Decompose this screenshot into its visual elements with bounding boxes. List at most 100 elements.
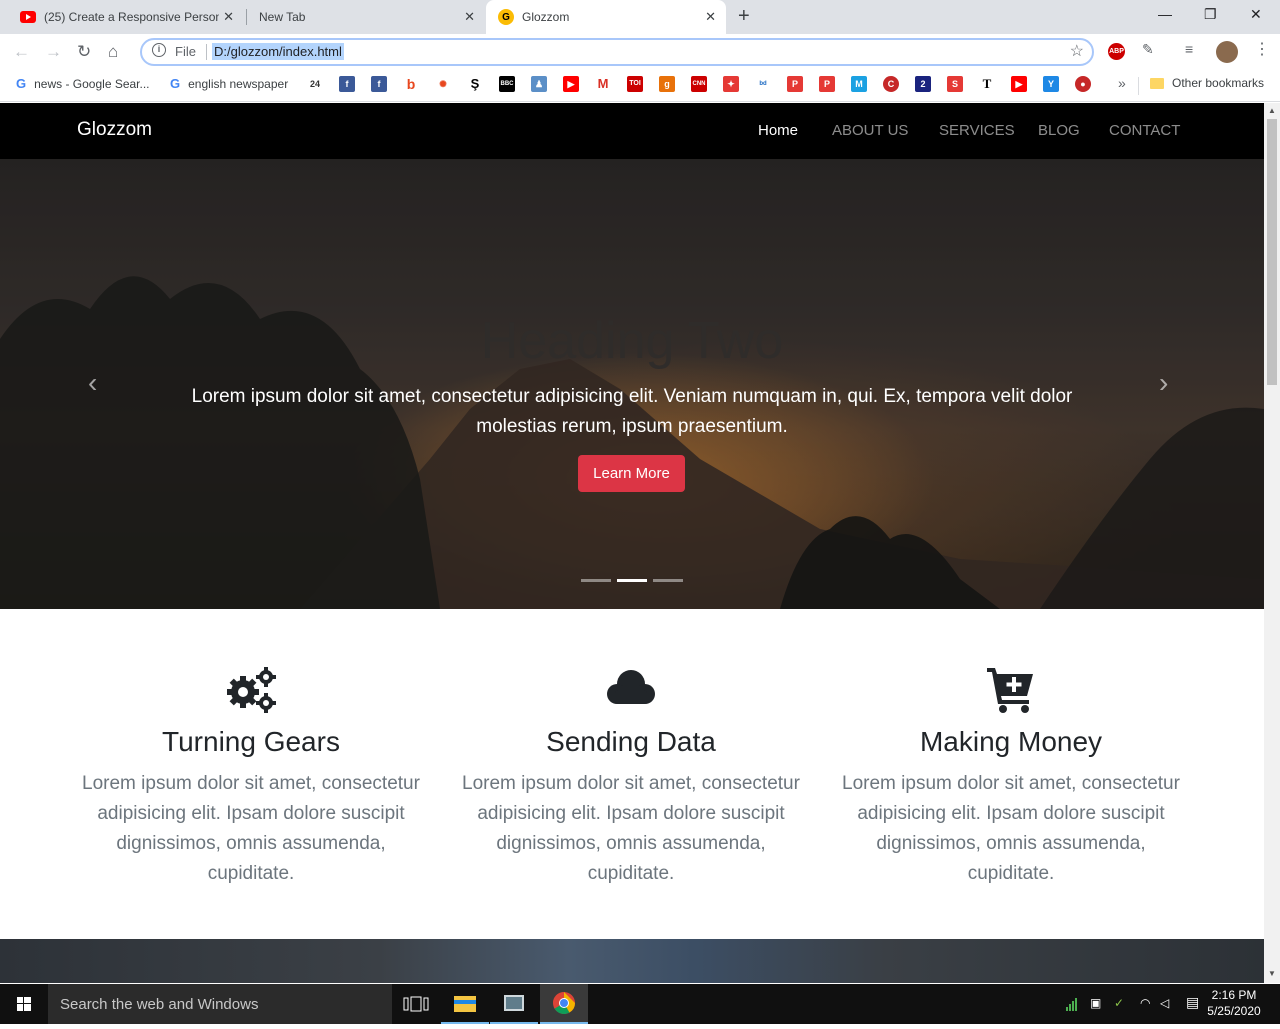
bookmark-b-icon[interactable]: b <box>403 76 419 92</box>
taskbar-clock[interactable]: 2:16 PM 5/25/2020 <box>1205 987 1263 1019</box>
nav-home[interactable]: Home <box>758 122 798 139</box>
hero-carousel: Heading Two Lorem ipsum dolor sit amet, … <box>0 159 1264 609</box>
task-view-icon <box>403 996 429 1012</box>
bookmarks-bar: G news - Google Sear... G english newspa… <box>0 70 1280 102</box>
new-tab-button[interactable]: + <box>738 5 750 28</box>
scroll-up-icon[interactable]: ▲ <box>1268 106 1276 115</box>
task-view-button[interactable] <box>392 984 440 1024</box>
close-tab-icon[interactable]: ✕ <box>705 9 716 25</box>
device-icon[interactable]: ▣ <box>1090 996 1101 1010</box>
taskbar-file-explorer[interactable] <box>441 984 489 1024</box>
bookmarks-overflow-icon[interactable]: » <box>1118 75 1126 91</box>
forward-icon[interactable]: → <box>45 42 62 62</box>
bookmark-c-icon[interactable]: C <box>883 76 899 92</box>
address-bar[interactable]: i File D:/glozzom/index.html ☆ <box>140 38 1094 66</box>
features-section: Turning Gears Lorem ipsum dolor sit amet… <box>0 609 1264 939</box>
hero-heading: Heading Two <box>480 312 784 370</box>
carousel-next-icon[interactable]: › <box>1159 367 1168 399</box>
bbc-icon[interactable]: BBC <box>499 76 515 92</box>
nav-blog[interactable]: BLOG <box>1038 122 1080 139</box>
bookmark-g-icon[interactable]: g <box>659 76 675 92</box>
chrome-menu-icon[interactable]: ⋮ <box>1254 39 1270 59</box>
carousel-indicator-1[interactable] <box>581 579 611 582</box>
restore-icon[interactable]: ❐ <box>1204 6 1217 23</box>
bookmark-pp-icon[interactable]: P <box>787 76 803 92</box>
bookmark-sun-icon[interactable]: ✺ <box>435 76 451 92</box>
close-tab-icon[interactable]: ✕ <box>464 9 475 25</box>
nav-about[interactable]: ABOUT US <box>832 122 908 139</box>
bookmark-star-red-icon[interactable]: ✦ <box>723 76 739 92</box>
info-icon[interactable]: i <box>152 43 166 57</box>
bookmark-24-icon[interactable]: 24 <box>307 76 323 92</box>
bookmark-y-icon[interactable]: Y <box>1043 76 1059 92</box>
signal-icon[interactable] <box>1066 997 1080 1011</box>
start-button[interactable] <box>0 984 48 1024</box>
gmail-icon[interactable]: M <box>595 76 611 92</box>
bookmark-star-icon[interactable]: ☆ <box>1070 41 1084 61</box>
tab-title: New Tab <box>259 10 306 24</box>
wifi-icon[interactable]: ◠ <box>1140 996 1150 1010</box>
scroll-down-icon[interactable]: ▼ <box>1268 969 1276 978</box>
bookmark-record-icon[interactable]: ● <box>1075 76 1091 92</box>
volume-icon[interactable]: ◁ <box>1160 996 1169 1010</box>
carousel-indicators <box>581 579 683 582</box>
feature-title: Making Money <box>919 726 1103 757</box>
page-viewport: Glozzom Home ABOUT US SERVICES BLOG CONT… <box>0 103 1264 983</box>
facebook-icon[interactable]: f <box>339 76 355 92</box>
bookmark-bdnews-icon[interactable]: bd <box>755 76 771 92</box>
taskbar-chrome[interactable] <box>540 984 588 1024</box>
chrome-icon <box>553 992 575 1014</box>
taskbar-photos[interactable] <box>490 984 538 1024</box>
windows-taskbar: Search the web and Windows ▣ ✓ ◠ ◁ ▤ 2:1… <box>0 984 1280 1024</box>
url-text[interactable]: D:/glozzom/index.html <box>212 43 344 60</box>
windows-icon <box>17 997 31 1011</box>
site-brand[interactable]: Glozzom <box>77 119 152 141</box>
bookmark-s-icon[interactable]: Ş <box>467 76 483 92</box>
carousel-prev-icon[interactable]: ‹ <box>88 367 97 399</box>
close-window-icon[interactable]: ✕ <box>1250 6 1262 23</box>
carousel-indicator-2[interactable] <box>617 579 647 582</box>
bookmark-2-icon[interactable]: 2 <box>915 76 931 92</box>
folder-icon <box>1150 77 1164 89</box>
media-queue-icon[interactable]: ≡ <box>1185 41 1193 57</box>
adblock-icon[interactable]: ABP <box>1108 43 1125 60</box>
nav-services[interactable]: SERVICES <box>939 122 1015 139</box>
bookmark-figure-icon[interactable]: ♟ <box>531 76 547 92</box>
carousel-indicator-3[interactable] <box>653 579 683 582</box>
scroll-thumb[interactable] <box>1267 119 1277 385</box>
other-bookmarks[interactable]: Other bookmarks <box>1150 76 1264 90</box>
bookmark-news-google[interactable]: G news - Google Sear... <box>16 76 150 91</box>
feature-title: Sending Data <box>546 726 716 757</box>
security-icon[interactable]: ✓ <box>1114 996 1124 1010</box>
bookmark-s-red-icon[interactable]: S <box>947 76 963 92</box>
nav-contact[interactable]: CONTACT <box>1109 122 1180 139</box>
clock-time: 2:16 PM <box>1211 988 1257 1002</box>
learn-more-button[interactable]: Learn More <box>578 455 685 492</box>
tab-new-tab[interactable]: New Tab ✕ <box>247 0 485 34</box>
tab-glozzom[interactable]: G Glozzom ✕ <box>486 0 726 34</box>
toi-icon[interactable]: TOI <box>627 76 643 92</box>
tab-title: (25) Create a Responsive Persona <box>44 10 219 24</box>
nytimes-icon[interactable]: T <box>979 76 995 92</box>
facebook-icon[interactable]: f <box>371 76 387 92</box>
back-icon[interactable]: ← <box>13 42 30 62</box>
bookmark-english-newspaper[interactable]: G english newspaper <box>170 76 288 91</box>
profile-avatar[interactable] <box>1216 41 1238 63</box>
feature-text: Lorem ipsum dolor sit amet, consectetur … <box>462 773 800 884</box>
google-icon: G <box>170 76 181 91</box>
cnn-icon[interactable]: CNN <box>691 76 707 92</box>
tab-youtube[interactable]: (25) Create a Responsive Persona ✕ <box>8 0 244 34</box>
bookmark-pp-icon[interactable]: P <box>819 76 835 92</box>
bookmark-m-icon[interactable]: M <box>851 76 867 92</box>
youtube-icon[interactable]: ▶ <box>1011 76 1027 92</box>
eyedropper-icon[interactable]: ✎ <box>1142 41 1154 58</box>
page-scrollbar[interactable]: ▲ ▼ <box>1264 103 1280 983</box>
youtube-icon[interactable]: ▶ <box>563 76 579 92</box>
close-tab-icon[interactable]: ✕ <box>223 9 234 25</box>
notifications-icon[interactable]: ▤ <box>1186 994 1199 1011</box>
minimize-icon[interactable]: — <box>1158 6 1172 22</box>
reload-icon[interactable]: ↻ <box>77 42 91 62</box>
taskbar-search[interactable]: Search the web and Windows <box>48 984 392 1024</box>
next-section-image <box>0 939 1264 983</box>
home-icon[interactable]: ⌂ <box>108 42 118 62</box>
